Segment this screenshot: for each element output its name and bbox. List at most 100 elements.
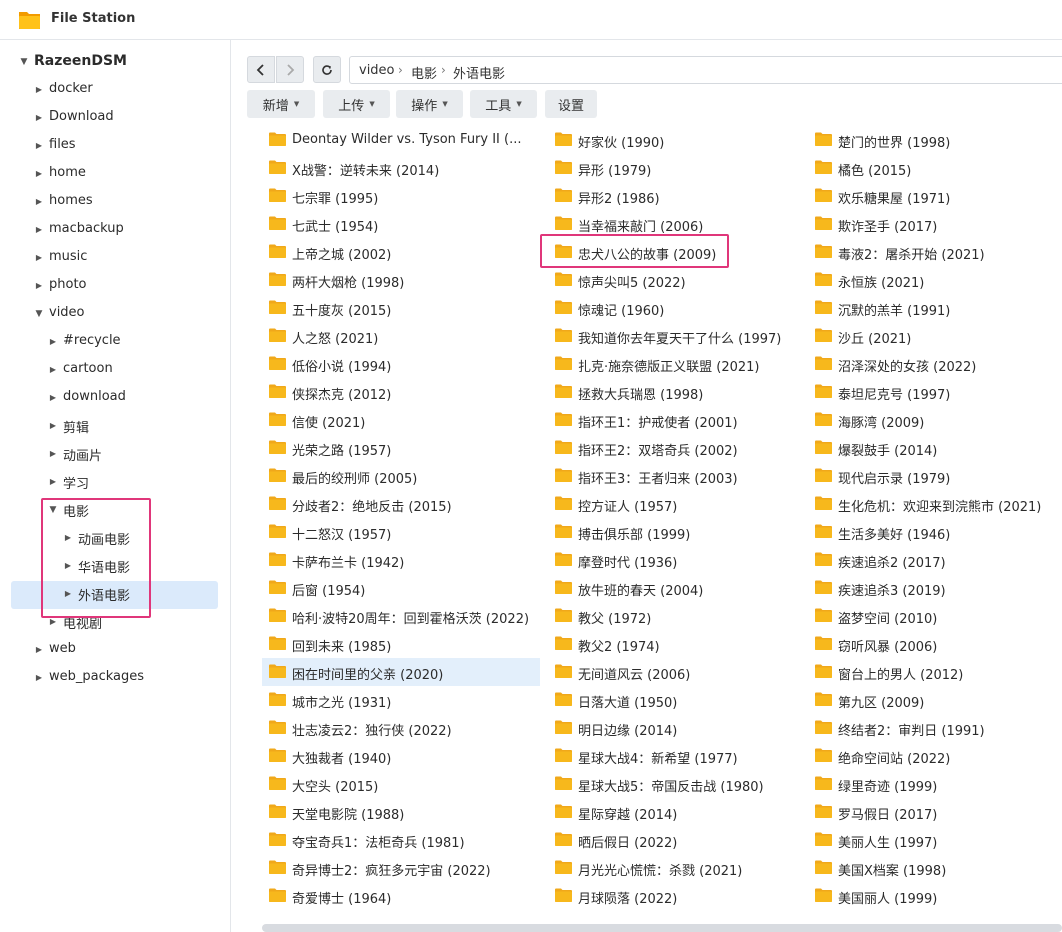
folder-item[interactable]: 美国丽人 (1999) [808,882,1058,910]
sidebar-item-root[interactable]: ▼ RazeenDSM [0,49,231,75]
folder-item[interactable]: 生活多美好 (1946) [808,518,1058,546]
caret-right-icon[interactable]: ▶ [35,169,43,179]
caret-down-icon[interactable]: ▼ [35,309,43,319]
folder-item[interactable]: 明日边缘 (2014) [548,714,828,742]
caret-right-icon[interactable]: ▶ [49,393,57,403]
folder-item[interactable]: 大空头 (2015) [262,770,542,798]
folder-item[interactable]: 星球大战5：帝国反击战 (1980) [548,770,828,798]
folder-item[interactable]: 人之怒 (2021) [262,322,542,350]
caret-right-icon[interactable]: ▶ [35,253,43,263]
folder-item[interactable]: 绿里奇迹 (1999) [808,770,1058,798]
folder-item[interactable]: 晒后假日 (2022) [548,826,828,854]
caret-right-icon[interactable]: ▶ [49,421,57,431]
folder-item[interactable]: 疾速追杀3 (2019) [808,574,1058,602]
caret-right-icon[interactable]: ▶ [35,645,43,655]
caret-right-icon[interactable]: ▶ [35,197,43,207]
folder-item[interactable]: 上帝之城 (2002) [262,238,542,266]
sidebar-item-Download[interactable]: ▶ Download [0,105,231,131]
caret-right-icon[interactable]: ▶ [35,85,43,95]
folder-item[interactable]: 泰坦尼克号 (1997) [808,378,1058,406]
folder-item[interactable]: 沉默的羔羊 (1991) [808,294,1058,322]
folder-item[interactable]: 大独裁者 (1940) [262,742,542,770]
folder-item[interactable]: 夺宝奇兵1：法柜奇兵 (1981) [262,826,542,854]
sidebar-item-动画电影[interactable]: ▶ 动画电影 [0,525,231,551]
folder-item[interactable]: 七宗罪 (1995) [262,182,542,210]
folder-item[interactable]: 光荣之路 (1957) [262,434,542,462]
upload-button[interactable]: 上传 ▼ [323,90,390,118]
folder-item[interactable]: 奇爱博士 (1964) [262,882,542,910]
folder-item[interactable]: 罗马假日 (2017) [808,798,1058,826]
folder-item[interactable]: 城市之光 (1931) [262,686,542,714]
sidebar-item-web_packages[interactable]: ▶ web_packages [0,665,231,691]
sidebar-item-download[interactable]: ▶ download [0,385,231,411]
settings-button[interactable]: 设置 [545,90,597,118]
folder-item[interactable]: 摩登时代 (1936) [548,546,828,574]
sidebar-item-剪辑[interactable]: ▶ 剪辑 [0,413,231,439]
folder-item[interactable]: 楚门的世界 (1998) [808,126,1058,154]
folder-item[interactable]: 月球陨落 (2022) [548,882,828,910]
sidebar-item-华语电影[interactable]: ▶ 华语电影 [0,553,231,579]
folder-item[interactable]: 控方证人 (1957) [548,490,828,518]
caret-right-icon[interactable]: ▶ [35,281,43,291]
folder-item[interactable]: 现代启示录 (1979) [808,462,1058,490]
folder-item[interactable]: 十二怒汉 (1957) [262,518,542,546]
sidebar-item-docker[interactable]: ▶ docker [0,77,231,103]
caret-right-icon[interactable]: ▶ [49,365,57,375]
action-button[interactable]: 操作 ▼ [396,90,463,118]
folder-item[interactable]: 终结者2：审判日 (1991) [808,714,1058,742]
folder-item[interactable]: 壮志凌云2：独行侠 (2022) [262,714,542,742]
caret-right-icon[interactable]: ▶ [64,589,72,599]
sidebar-item-macbackup[interactable]: ▶ macbackup [0,217,231,243]
folder-item[interactable]: 奇异博士2：疯狂多元宇宙 (2022) [262,854,542,882]
sidebar-item-电影[interactable]: ▼ 电影 [0,497,231,523]
folder-item[interactable]: 沙丘 (2021) [808,322,1058,350]
folder-item[interactable]: 后窗 (1954) [262,574,542,602]
caret-right-icon[interactable]: ▶ [49,617,57,627]
sidebar-item-web[interactable]: ▶ web [0,637,231,663]
folder-item[interactable]: 星际穿越 (2014) [548,798,828,826]
folder-item[interactable]: 指环王3：王者归来 (2003) [548,462,828,490]
folder-item[interactable]: 异形 (1979) [548,154,828,182]
caret-down-icon[interactable]: ▼ [20,57,28,67]
caret-right-icon[interactable]: ▶ [64,561,72,571]
folder-item[interactable]: 搏击俱乐部 (1999) [548,518,828,546]
folder-item[interactable]: 月光光心慌慌：杀戮 (2021) [548,854,828,882]
folder-item[interactable]: 两杆大烟枪 (1998) [262,266,542,294]
folder-item[interactable]: 美丽人生 (1997) [808,826,1058,854]
sidebar-item-动画片[interactable]: ▶ 动画片 [0,441,231,467]
caret-right-icon[interactable]: ▶ [35,141,43,151]
folder-item[interactable]: 哈利·波特20周年：回到霍格沃茨 (2022) [262,602,542,630]
folder-item[interactable]: 教父2 (1974) [548,630,828,658]
breadcrumb-movies[interactable]: 电影 [411,63,437,82]
sidebar-item-video[interactable]: ▼ video [0,301,231,327]
folder-item[interactable]: 欢乐糖果屋 (1971) [808,182,1058,210]
folder-item[interactable]: 拯救大兵瑞恩 (1998) [548,378,828,406]
sidebar-item-cartoon[interactable]: ▶ cartoon [0,357,231,383]
folder-item[interactable]: 永恒族 (2021) [808,266,1058,294]
folder-item[interactable]: 惊声尖叫5 (2022) [548,266,828,294]
folder-item[interactable]: 海豚湾 (2009) [808,406,1058,434]
folder-item[interactable]: X战警：逆转未来 (2014) [262,154,542,182]
folder-item[interactable]: 异形2 (1986) [548,182,828,210]
path-bar[interactable]: video › 电影 › 外语电影 [349,56,1062,84]
sidebar-item-电视剧[interactable]: ▶ 电视剧 [0,609,231,635]
breadcrumb-foreign-movies[interactable]: 外语电影 [453,63,505,82]
sidebar-item-学习[interactable]: ▶ 学习 [0,469,231,495]
caret-right-icon[interactable]: ▶ [35,673,43,683]
sidebar-item-外语电影[interactable]: ▶ 外语电影 [0,581,231,609]
caret-right-icon[interactable]: ▶ [64,533,72,543]
tools-button[interactable]: 工具 ▼ [470,90,537,118]
folder-item[interactable]: 星球大战4：新希望 (1977) [548,742,828,770]
folder-item[interactable]: 指环王2：双塔奇兵 (2002) [548,434,828,462]
folder-item[interactable]: 毒液2：屠杀开始 (2021) [808,238,1058,266]
forward-button[interactable] [276,56,304,83]
folder-item[interactable]: Deontay Wilder vs. Tyson Fury II (... [262,126,542,154]
sidebar-item-music[interactable]: ▶ music [0,245,231,271]
folder-item[interactable]: 沼泽深处的女孩 (2022) [808,350,1058,378]
folder-item[interactable]: 信使 (2021) [262,406,542,434]
folder-item[interactable]: 无间道风云 (2006) [548,658,828,686]
folder-item[interactable]: 教父 (1972) [548,602,828,630]
folder-item[interactable]: 忠犬八公的故事 (2009) [548,238,828,266]
folder-item[interactable]: 生化危机：欢迎来到浣熊市 (2021) [808,490,1058,518]
folder-item[interactable]: 分歧者2：绝地反击 (2015) [262,490,542,518]
